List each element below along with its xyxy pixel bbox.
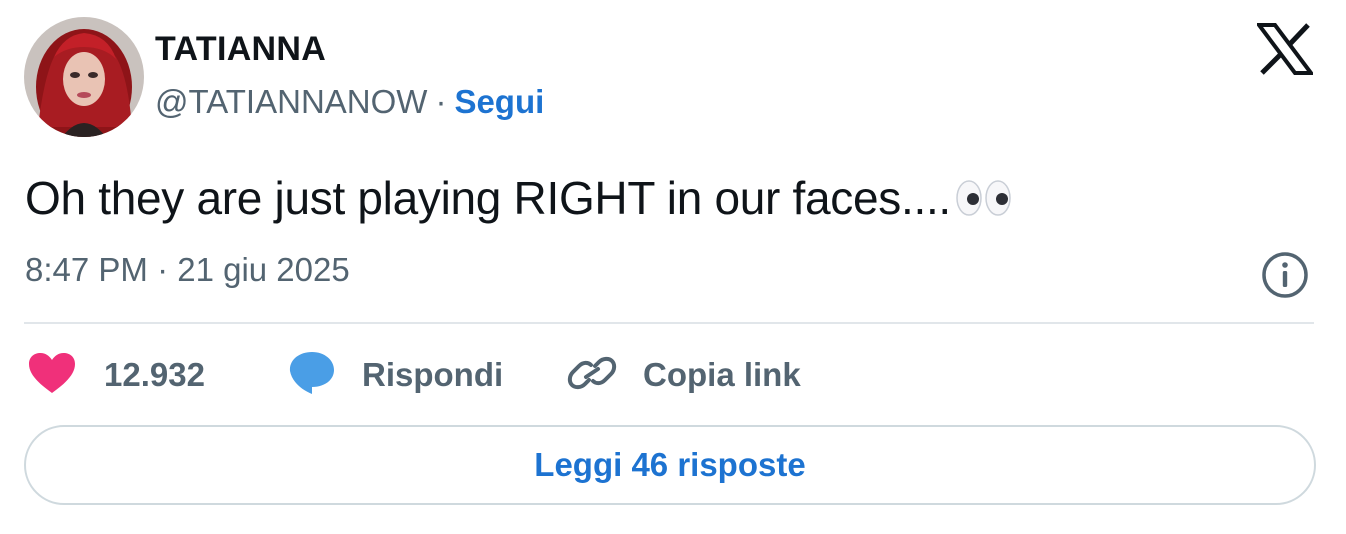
like-button[interactable]: 12.932 bbox=[28, 352, 205, 398]
display-name[interactable]: TATIANNA bbox=[155, 30, 326, 69]
read-replies-button[interactable]: Leggi 46 risposte bbox=[24, 425, 1316, 505]
avatar[interactable] bbox=[24, 17, 144, 137]
separator-dot: · bbox=[435, 83, 447, 120]
like-count: 12.932 bbox=[104, 356, 205, 393]
divider bbox=[24, 322, 1314, 324]
heart-icon bbox=[28, 352, 76, 399]
x-logo-icon[interactable] bbox=[1255, 23, 1315, 75]
eyes-emoji-icon bbox=[955, 175, 1013, 229]
user-handle[interactable]: @TATIANNANOW bbox=[155, 83, 427, 120]
handle-row: @TATIANNANOW · Segui bbox=[155, 83, 544, 121]
info-icon[interactable] bbox=[1260, 250, 1310, 300]
follow-button[interactable]: Segui bbox=[454, 83, 544, 120]
tweet-text: Oh they are just playing RIGHT in our fa… bbox=[25, 172, 951, 224]
reply-button[interactable]: Rispondi bbox=[288, 350, 504, 401]
tweet-card: TATIANNA @TATIANNANOW · Segui Oh they are … bbox=[0, 0, 1346, 534]
read-replies-label: Leggi 46 risposte bbox=[534, 446, 806, 483]
speech-bubble-icon bbox=[288, 350, 336, 401]
copy-link-button[interactable]: Copia link bbox=[567, 352, 801, 398]
tweet-text-row: Oh they are just playing RIGHT in our fa… bbox=[25, 171, 1013, 229]
timestamp[interactable]: 8:47 PM · 21 giu 2025 bbox=[25, 251, 350, 289]
copy-link-label: Copia link bbox=[643, 356, 801, 393]
reply-label: Rispondi bbox=[362, 356, 504, 393]
link-icon bbox=[567, 350, 617, 401]
